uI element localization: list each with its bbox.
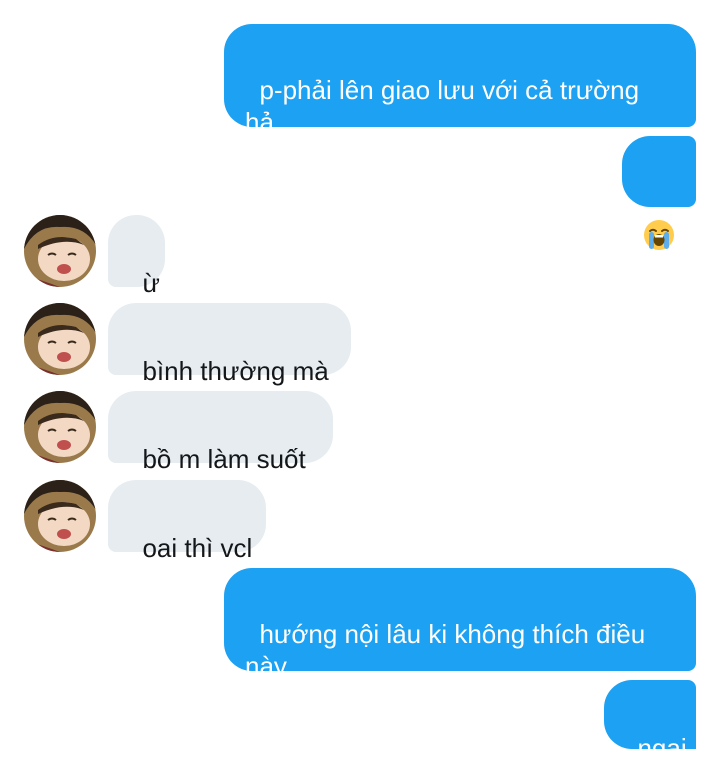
sent-message-bubble xyxy=(622,136,696,250)
avatar[interactable] xyxy=(24,391,96,463)
crying-face-emoji-icon xyxy=(643,155,675,250)
message-text: ngại xyxy=(637,733,687,763)
received-message-bubble: oai thì vcl xyxy=(108,480,266,563)
message-text: oai thì vcl xyxy=(142,533,253,563)
received-message-bubble: ừ xyxy=(108,215,165,298)
avatar[interactable] xyxy=(24,480,96,552)
message-text: bồ m làm suốt xyxy=(142,444,306,474)
avatar[interactable] xyxy=(24,303,96,375)
sent-message-bubble: p-phải lên giao lưu với cả trường hả xyxy=(224,24,696,137)
message-text: p-phải lên giao lưu với cả trường hả xyxy=(245,75,647,137)
sent-message-bubble: ngại xyxy=(604,680,696,763)
message-text: bình thường mà xyxy=(142,356,329,386)
message-text: ừ xyxy=(142,268,160,298)
avatar[interactable] xyxy=(24,215,96,287)
received-message-bubble: bồ m làm suốt xyxy=(108,391,333,474)
sent-message-bubble: hướng nội lâu ki không thích điều này xyxy=(224,568,696,681)
received-message-bubble: bình thường mà xyxy=(108,303,351,386)
message-text: hướng nội lâu ki không thích điều này xyxy=(245,619,653,681)
